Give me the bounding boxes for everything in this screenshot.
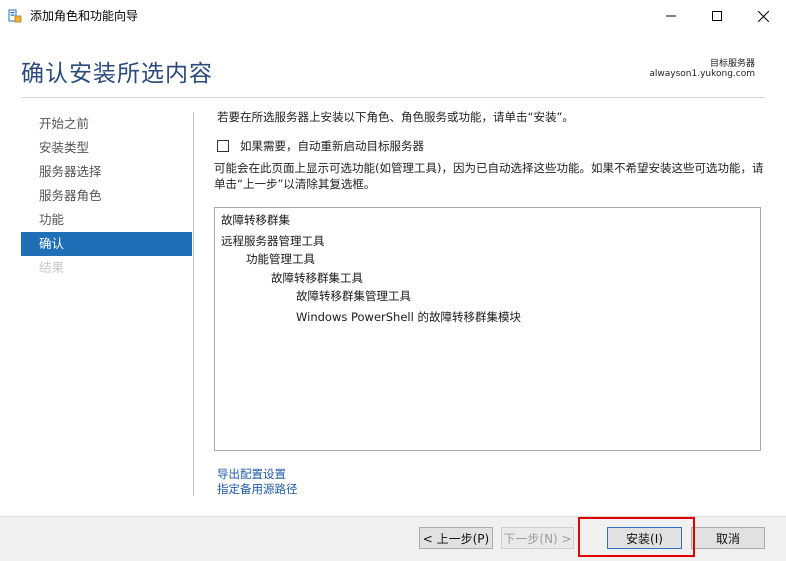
- optional-features-note: 可能会在此页面上显示可选功能(如管理工具)，因为已自动选择这些功能。如果不希望安…: [214, 161, 764, 191]
- cancel-button[interactable]: 取消: [691, 527, 765, 549]
- install-highlight-annotation: [578, 517, 695, 557]
- nav-divider: [193, 112, 194, 496]
- feature-item: 功能管理工具: [246, 252, 315, 266]
- next-button: 下一步(N) >: [501, 527, 574, 549]
- wizard-nav: 开始之前 安装类型 服务器选择 服务器角色 功能 确认 结果: [21, 112, 192, 280]
- feature-item: 故障转移群集管理工具: [296, 289, 411, 303]
- restart-checkbox[interactable]: [217, 140, 229, 152]
- nav-item-installation-type[interactable]: 安装类型: [21, 136, 192, 160]
- nav-item-server-roles[interactable]: 服务器角色: [21, 184, 192, 208]
- nav-item-server-selection[interactable]: 服务器选择: [21, 160, 192, 184]
- title-bar: 添加角色和功能向导: [0, 0, 786, 32]
- minimize-icon: [666, 11, 676, 21]
- feature-item: 故障转移群集工具: [271, 271, 363, 285]
- window-title: 添加角色和功能向导: [30, 9, 139, 23]
- selected-features-list[interactable]: 故障转移群集 远程服务器管理工具 功能管理工具 故障转移群集工具 故障转移群集管…: [214, 207, 761, 451]
- feature-item: 远程服务器管理工具: [221, 234, 325, 248]
- page-title: 确认安装所选内容: [21, 61, 213, 87]
- alternate-source-link[interactable]: 指定备用源路径: [217, 481, 298, 497]
- feature-item: 故障转移群集: [221, 213, 290, 227]
- maximize-button[interactable]: [694, 0, 740, 32]
- header-divider: [21, 97, 765, 98]
- restart-option: 如果需要，自动重新启动目标服务器: [217, 138, 424, 154]
- minimize-button[interactable]: [648, 0, 694, 32]
- target-server-label: 目标服务器: [709, 59, 755, 69]
- nav-item-confirmation[interactable]: 确认: [21, 232, 192, 256]
- nav-item-features[interactable]: 功能: [21, 208, 192, 232]
- target-server-name: alwayson1.yukong.com: [649, 69, 755, 79]
- intro-text: 若要在所选服务器上安装以下角色、角色服务或功能，请单击“安装”。: [217, 110, 574, 124]
- close-icon: [757, 10, 769, 22]
- previous-button[interactable]: < 上一步(P): [419, 527, 493, 549]
- close-button[interactable]: [740, 0, 786, 32]
- restart-label[interactable]: 如果需要，自动重新启动目标服务器: [240, 138, 424, 154]
- feature-item: Windows PowerShell 的故障转移群集模块: [296, 310, 521, 324]
- export-config-link[interactable]: 导出配置设置: [217, 466, 286, 482]
- nav-item-before-you-begin[interactable]: 开始之前: [21, 112, 192, 136]
- server-manager-icon: [8, 8, 22, 23]
- nav-item-results: 结果: [39, 260, 65, 275]
- maximize-icon: [712, 11, 722, 21]
